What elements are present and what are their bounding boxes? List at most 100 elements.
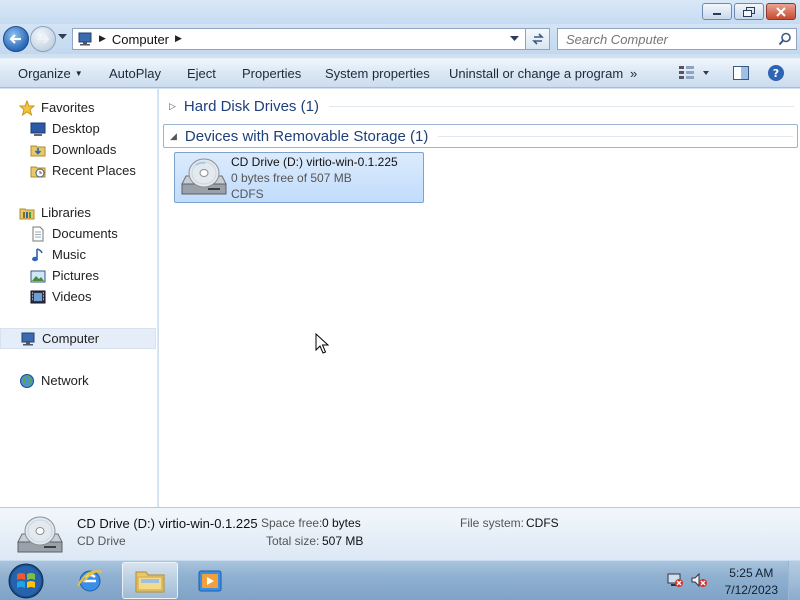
pictures-icon	[30, 270, 46, 282]
internet-explorer-icon	[77, 569, 103, 591]
address-bar[interactable]: ▶ Computer ▶	[72, 28, 526, 50]
preview-pane-icon[interactable]	[732, 64, 750, 82]
navigation-row: ▶ Computer ▶	[0, 24, 800, 54]
space-free-value: 0 bytes	[322, 516, 361, 530]
drive-name: CD Drive (D:) virtio-win-0.1.225	[231, 155, 398, 169]
nav-pictures[interactable]: Pictures	[0, 265, 156, 286]
nav-documents-label: Documents	[52, 226, 118, 241]
details-item-type: CD Drive	[77, 534, 126, 548]
nav-network[interactable]: Network	[0, 370, 156, 391]
start-button[interactable]	[6, 562, 46, 600]
media-player-icon	[198, 570, 222, 591]
group-hard-disk-drives[interactable]: ▷ Hard Disk Drives (1)	[163, 94, 798, 118]
nav-videos[interactable]: Videos	[0, 286, 156, 307]
close-icon	[776, 6, 786, 17]
folder-icon	[135, 571, 165, 592]
clock-time: 5:25 AM	[729, 566, 774, 580]
space-free-label: Space free:	[261, 516, 323, 530]
nav-network-label: Network	[41, 373, 89, 388]
computer-icon	[78, 32, 92, 46]
collapsed-triangle-icon[interactable]: ▷	[169, 101, 176, 112]
system-properties-button[interactable]: System properties	[325, 66, 430, 81]
nav-downloads-label: Downloads	[52, 142, 117, 157]
volume-muted-icon[interactable]	[690, 571, 708, 589]
clock-date: 7/12/2023	[724, 583, 778, 597]
recent-pages-dropdown-icon[interactable]	[58, 34, 67, 40]
nav-videos-label: Videos	[52, 289, 92, 304]
nav-computer-label: Computer	[42, 331, 100, 346]
cd-drive-item[interactable]: CD Drive (D:) virtio-win-0.1.225 0 bytes…	[174, 152, 424, 203]
windows-logo-icon	[8, 563, 44, 599]
organize-caret-icon: ▼	[74, 69, 83, 78]
close-button[interactable]	[766, 3, 796, 20]
cd-drive-icon	[17, 516, 63, 553]
details-item-name: CD Drive (D:) virtio-win-0.1.225	[77, 516, 258, 531]
organize-label: Organize	[18, 66, 71, 81]
back-button[interactable]	[3, 26, 29, 52]
breadcrumb-computer[interactable]: Computer	[112, 32, 169, 47]
network-status-icon[interactable]	[666, 571, 684, 589]
taskbar-media-player[interactable]	[182, 562, 238, 599]
more-commands-button[interactable]: »	[630, 66, 637, 81]
documents-icon	[32, 226, 44, 241]
change-view-icon[interactable]	[678, 64, 712, 82]
navigation-pane: Favorites Desktop Downloads Recent Place…	[0, 89, 158, 507]
star-icon	[19, 99, 35, 116]
search-input[interactable]	[558, 29, 768, 49]
computer-icon	[21, 332, 35, 345]
libraries-icon	[19, 208, 35, 219]
taskbar-internet-explorer[interactable]	[62, 562, 118, 599]
videos-icon	[30, 290, 46, 303]
properties-button[interactable]: Properties	[242, 66, 301, 81]
nav-music[interactable]: Music	[0, 244, 156, 265]
desktop-icon	[30, 122, 46, 136]
minimize-icon	[713, 12, 721, 15]
system-clock[interactable]: 5:25 AM 7/12/2023	[725, 565, 778, 599]
drive-free-space: 0 bytes free of 507 MB	[231, 171, 352, 185]
minimize-button[interactable]	[702, 3, 732, 20]
restore-button[interactable]	[734, 3, 764, 20]
back-arrow-icon	[9, 34, 21, 44]
total-size-value: 507 MB	[322, 534, 364, 548]
nav-libraries[interactable]: Libraries	[0, 202, 156, 223]
recent-places-icon	[30, 166, 46, 177]
mouse-cursor-icon	[315, 333, 329, 354]
breadcrumb-child-chevron-icon[interactable]: ▶	[175, 34, 182, 44]
file-system-value: CDFS	[526, 516, 559, 530]
search-box[interactable]	[557, 28, 797, 50]
expanded-triangle-icon[interactable]: ◢	[170, 131, 177, 142]
eject-button[interactable]: Eject	[187, 66, 216, 81]
maximize-icon	[743, 6, 755, 17]
help-icon[interactable]: ?	[767, 64, 785, 82]
group-removable-storage-title: Devices with Removable Storage (1)	[184, 127, 429, 145]
nav-downloads[interactable]: Downloads	[0, 139, 156, 160]
nav-documents[interactable]: Documents	[0, 223, 156, 244]
organize-button[interactable]: Organize ▼	[18, 66, 83, 81]
uninstall-program-button[interactable]: Uninstall or change a program	[449, 66, 623, 81]
nav-libraries-label: Libraries	[41, 205, 91, 220]
window-controls	[702, 3, 796, 20]
group-divider	[438, 135, 793, 137]
show-desktop-button[interactable]	[788, 561, 800, 600]
downloads-folder-icon	[30, 145, 46, 156]
group-removable-storage[interactable]: ◢ Devices with Removable Storage (1)	[163, 124, 798, 148]
details-pane: CD Drive (D:) virtio-win-0.1.225 CD Driv…	[0, 507, 800, 560]
drive-filesystem: CDFS	[231, 187, 264, 201]
nav-favorites-label: Favorites	[41, 100, 95, 115]
search-icon[interactable]	[778, 32, 792, 46]
nav-desktop[interactable]: Desktop	[0, 118, 156, 139]
taskbar-windows-explorer[interactable]	[122, 562, 178, 599]
address-history-dropdown-icon[interactable]	[510, 36, 519, 42]
refresh-button[interactable]	[526, 28, 550, 50]
nav-recent-places[interactable]: Recent Places	[0, 160, 156, 181]
forward-arrow-icon	[38, 34, 50, 44]
nav-favorites[interactable]: Favorites	[0, 97, 156, 118]
forward-button[interactable]	[30, 26, 56, 52]
content-area: ▷ Hard Disk Drives (1) ◢ Devices with Re…	[159, 89, 800, 507]
taskbar: 5:25 AM 7/12/2023	[0, 560, 800, 600]
autoplay-button[interactable]: AutoPlay	[109, 66, 161, 81]
nav-computer[interactable]: Computer	[0, 328, 156, 349]
breadcrumb-separator-icon[interactable]: ▶	[99, 34, 106, 44]
total-size-label: Total size:	[266, 534, 320, 548]
nav-pictures-label: Pictures	[52, 268, 99, 283]
